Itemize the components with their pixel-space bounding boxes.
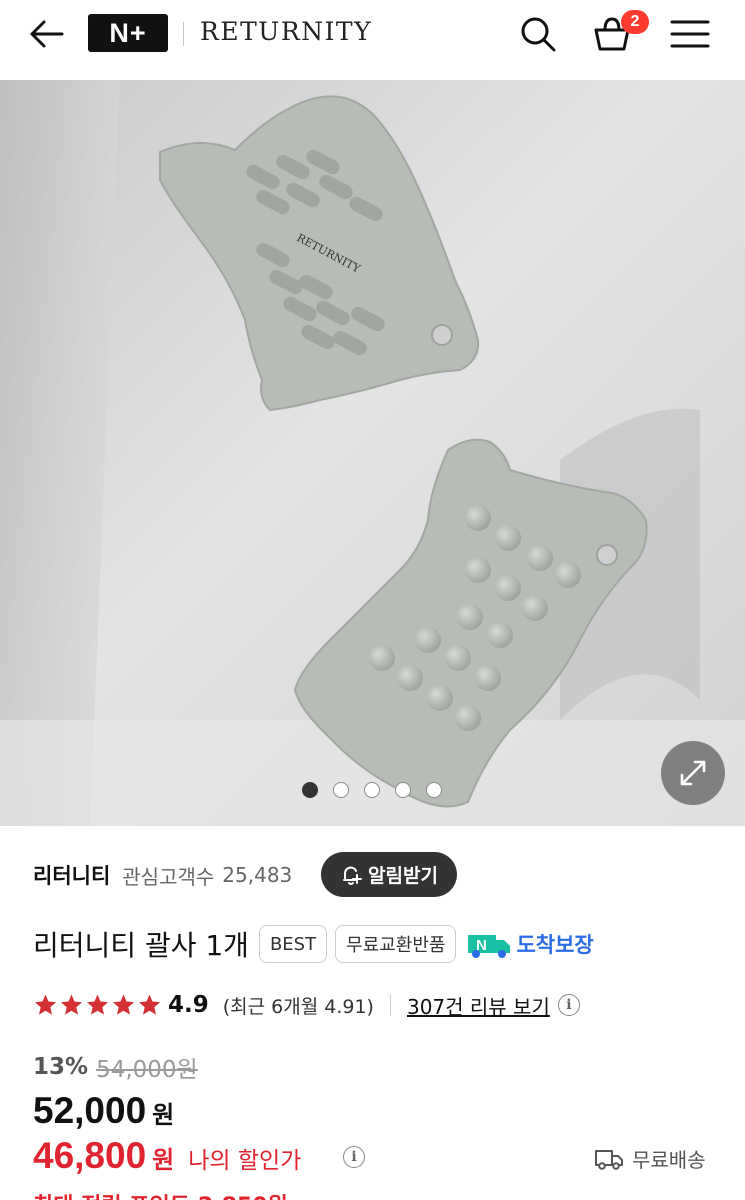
- original-price: 54,000원: [96, 1057, 198, 1083]
- sale-price-unit: 원: [152, 1101, 175, 1129]
- discount-row: 13% 54,000원: [33, 1050, 198, 1084]
- gallery-pagination: [302, 782, 442, 798]
- sale-price: 52,000: [33, 1090, 147, 1131]
- free-shipping: 무료배송: [594, 1144, 706, 1173]
- back-arrow-icon: [30, 20, 64, 48]
- watchers-count: 25,483: [222, 863, 293, 887]
- rating-row: 4.9 (최근 6개월 4.91) 307건 리뷰 보기 i: [33, 986, 580, 1024]
- delivery-label: 도착보장: [516, 933, 594, 957]
- review-link[interactable]: 307건 리뷰 보기: [407, 991, 550, 1020]
- member-price: 46,800: [33, 1135, 147, 1176]
- points-label: 최대 적립 포인트: [33, 1188, 190, 1200]
- delivery-badge-letter: N: [476, 937, 487, 954]
- truck-icon: [595, 1149, 623, 1170]
- notify-label: 알림받기: [368, 865, 438, 887]
- notify-button[interactable]: 알림받기: [321, 852, 457, 897]
- hamburger-menu-icon: [670, 20, 710, 48]
- brand-name[interactable]: RETURNITY: [200, 17, 372, 46]
- star-icon: [87, 994, 108, 1015]
- product-image-gallery[interactable]: RETURNITY: [0, 80, 745, 826]
- product-title: 리터니티 괄사 1개: [33, 929, 249, 962]
- best-tag: BEST: [258, 925, 328, 963]
- member-price-row: 46,800 원 나의 할인가: [33, 1135, 301, 1177]
- member-price-unit: 원: [152, 1146, 175, 1174]
- gallery-dot[interactable]: [302, 782, 318, 798]
- gallery-dot[interactable]: [426, 782, 442, 798]
- discount-rate: 13%: [33, 1054, 89, 1080]
- points-value: 2,850원: [198, 1188, 288, 1200]
- product-photo: RETURNITY: [0, 80, 745, 826]
- gallery-dot[interactable]: [395, 782, 411, 798]
- store-name-link[interactable]: 리터니티: [33, 860, 110, 890]
- star-icon: [113, 994, 134, 1015]
- delivery-guarantee-badge[interactable]: N 도착보장: [466, 929, 594, 959]
- search-icon: [521, 17, 556, 52]
- cart-count-badge: 2: [621, 10, 649, 34]
- star-icon: [35, 994, 56, 1015]
- sale-price-row: 52,000 원: [33, 1090, 174, 1132]
- rating-stars: [33, 993, 162, 1017]
- info-icon[interactable]: i: [557, 994, 580, 1016]
- recent-rating: (최근 6개월 4.91): [222, 995, 374, 1018]
- free-return-tag: 무료교환반품: [335, 925, 457, 963]
- top-nav-bar: N+ RETURNITY 2: [0, 0, 745, 80]
- expand-icon: [680, 760, 706, 786]
- store-row: 리터니티 관심고객수 25,483: [33, 852, 292, 898]
- member-price-label: 나의 할인가: [188, 1148, 302, 1174]
- rating-divider: [389, 994, 391, 1016]
- gallery-dot[interactable]: [364, 782, 380, 798]
- menu-button[interactable]: [668, 12, 712, 56]
- gallery-dot[interactable]: [333, 782, 349, 798]
- watchers-label: 관심고객수: [122, 864, 215, 889]
- logo-divider: [183, 22, 184, 46]
- rating-score: 4.9: [168, 992, 209, 1018]
- delivery-truck-icon: N: [468, 935, 511, 958]
- shipping-label: 무료배송: [632, 1148, 706, 1172]
- member-price-info-icon[interactable]: i: [343, 1146, 365, 1168]
- back-button[interactable]: [22, 14, 70, 54]
- star-icon: [61, 994, 82, 1015]
- bell-plus-icon: [343, 865, 363, 885]
- points-row: 최대 적립 포인트 2,850원: [33, 1188, 288, 1200]
- zoom-button[interactable]: [661, 741, 725, 805]
- search-button[interactable]: [516, 12, 560, 56]
- store-logo[interactable]: N+: [88, 14, 168, 52]
- title-row: 리터니티 괄사 1개 BEST 무료교환반품 N 도착보장: [33, 922, 594, 966]
- star-icon: [139, 994, 160, 1015]
